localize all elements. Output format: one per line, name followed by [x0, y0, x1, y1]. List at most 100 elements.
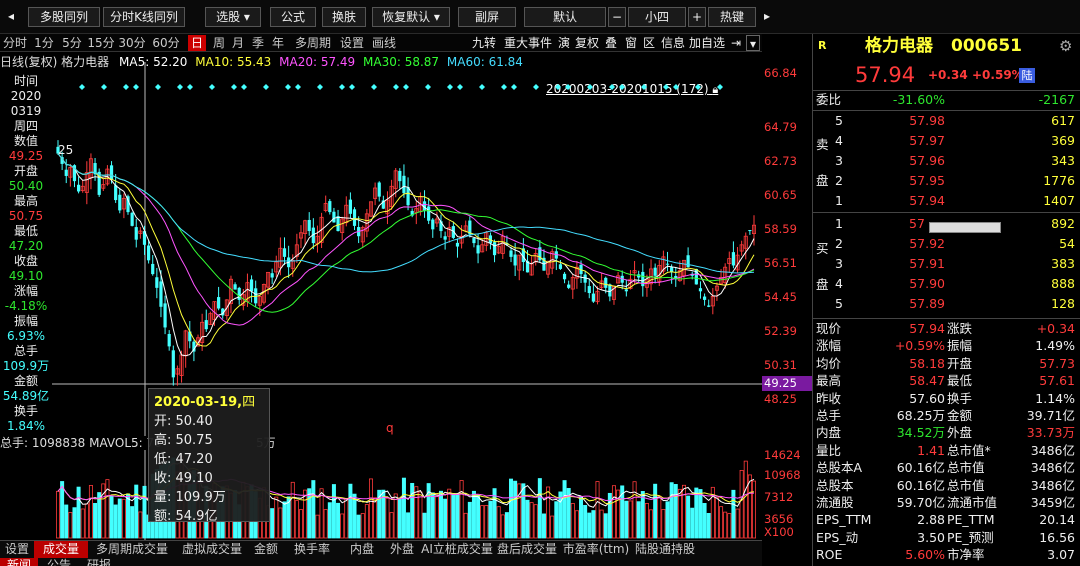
stock-select-dropdown[interactable]: 选股 ▾: [205, 7, 261, 27]
volume-bar: [706, 513, 711, 539]
buy-volume: 888: [1051, 276, 1075, 291]
candle-body: [328, 201, 332, 213]
tab-7[interactable]: 外盘: [384, 541, 420, 558]
volume-bar: [583, 504, 588, 539]
formula-button[interactable]: 公式: [270, 7, 316, 27]
chart-tool-8[interactable]: 加自选: [688, 35, 726, 51]
hotkey-button[interactable]: 热键: [708, 7, 756, 27]
tool-dropdown-icon[interactable]: ▾: [746, 35, 760, 51]
period-6[interactable]: 日: [188, 35, 206, 51]
tooltip-high: 高: 50.75: [154, 433, 213, 448]
restore-default-dropdown[interactable]: 恢复默认 ▾: [372, 7, 450, 27]
chart-tool-1[interactable]: 重大事件: [502, 35, 554, 51]
stat-key: PE_TTM: [947, 512, 995, 528]
tab-6[interactable]: 内盘: [340, 541, 384, 558]
volume-bar: [723, 511, 728, 539]
tab-9[interactable]: 盘后成交量: [494, 541, 560, 558]
volume-bar: [649, 509, 654, 539]
volume-bar: [459, 480, 464, 539]
buy-price: 57.91: [909, 256, 945, 271]
signal-diamond: [717, 84, 723, 90]
tab-11[interactable]: 陆股通持股: [632, 541, 698, 558]
font-size-select[interactable]: 小四: [628, 7, 686, 27]
period-5[interactable]: 60分: [149, 35, 183, 51]
candle-body: [472, 238, 476, 244]
chart-tool-3[interactable]: 复权: [573, 35, 601, 51]
sub-tab-0[interactable]: 新闻: [0, 558, 38, 566]
intraday-kline-button[interactable]: 分时K线同列: [103, 7, 185, 27]
volume-bar: [373, 497, 378, 539]
period-1[interactable]: 1分: [32, 35, 56, 51]
volume-bar: [401, 477, 406, 539]
volume-bar: [463, 512, 468, 539]
scroll-left-button[interactable]: ◂: [4, 7, 18, 27]
volume-bar: [743, 460, 748, 539]
tab-4[interactable]: 金额: [248, 541, 284, 558]
sub-tab-2[interactable]: 研报: [80, 558, 118, 566]
period-2[interactable]: 5分: [60, 35, 84, 51]
tab-1[interactable]: 成交量: [34, 541, 88, 558]
period-7[interactable]: 周: [211, 35, 227, 51]
period-3[interactable]: 15分: [87, 35, 115, 51]
candle-body: [748, 230, 752, 232]
scroll-right-button[interactable]: ▸: [760, 7, 774, 27]
volume-bar: [451, 493, 456, 539]
stock-code: 000651: [951, 36, 1022, 56]
tab-8[interactable]: AI立桩成交量: [420, 541, 494, 558]
volume-bar: [117, 498, 122, 539]
sell-level: 4: [835, 133, 843, 148]
chart-tool-7[interactable]: 信息: [660, 35, 686, 51]
tab-5[interactable]: 换手率: [284, 541, 340, 558]
sell-price: 57.94: [909, 193, 945, 208]
buy-label-1: 买: [816, 241, 829, 256]
volume-bar: [636, 501, 641, 539]
chart-tool-5[interactable]: 窗: [623, 35, 639, 51]
signal-diamond: [403, 84, 409, 90]
default-layout-select[interactable]: 默认: [524, 7, 606, 27]
sub-screen-button[interactable]: 副屏: [458, 7, 516, 27]
period-9[interactable]: 季: [250, 35, 266, 51]
multi-stock-button[interactable]: 多股同列: [28, 7, 100, 27]
price-tick-8: 50.31: [764, 358, 797, 372]
stat-key: 流通股: [816, 495, 854, 510]
period-8[interactable]: 月: [230, 35, 246, 51]
period-11[interactable]: 多周期: [291, 35, 335, 51]
candle-body: [167, 334, 171, 347]
volume-bar: [109, 496, 114, 539]
info-value-0: 2020: [10, 89, 42, 103]
period-10[interactable]: 年: [270, 35, 286, 51]
candle-body: [604, 277, 608, 288]
buy-price: 57: [909, 216, 925, 231]
info-key-10: 金额: [13, 374, 38, 388]
chart-tool-0[interactable]: 九转: [470, 35, 498, 51]
chart-tool-9[interactable]: ⇥: [728, 35, 744, 51]
volume-bar: [657, 495, 662, 539]
gear-icon[interactable]: ⚙: [1059, 37, 1072, 55]
tab-3[interactable]: 虚拟成交量: [176, 541, 248, 558]
chart-tool-6[interactable]: 区: [641, 35, 657, 51]
volume-bar: [418, 491, 423, 539]
candlestick-chart[interactable]: 25 q: [52, 62, 762, 436]
volume-bar: [570, 503, 575, 539]
sub-tab-1[interactable]: 公告: [40, 558, 78, 566]
period-0[interactable]: 分时: [2, 35, 28, 51]
tab-10[interactable]: 市盈率(ttm): [560, 541, 632, 558]
volume-bar: [307, 488, 312, 539]
period-12[interactable]: 设置: [338, 35, 366, 51]
font-minus-button[interactable]: −: [608, 7, 626, 27]
chart-tool-4[interactable]: 叠: [602, 35, 620, 51]
candle-body: [159, 281, 163, 307]
period-4[interactable]: 30分: [118, 35, 146, 51]
tab-0[interactable]: 设置: [0, 541, 34, 558]
skin-button[interactable]: 换肤: [322, 7, 366, 27]
chart-tool-2[interactable]: 演: [557, 35, 571, 51]
candle-body: [147, 245, 151, 261]
period-13[interactable]: 画线: [370, 35, 398, 51]
font-plus-button[interactable]: +: [688, 7, 706, 27]
tab-2[interactable]: 多周期成交量: [88, 541, 176, 558]
stat-value: 57.94: [909, 321, 945, 336]
stat-row-8: 总股本A 60.16亿 总市值 3486亿: [813, 459, 1080, 477]
signal-diamond: [349, 84, 355, 90]
signal-diamond: [609, 84, 615, 90]
stat-row-10: 流通股 59.70亿 流通市值 3459亿: [813, 494, 1080, 512]
